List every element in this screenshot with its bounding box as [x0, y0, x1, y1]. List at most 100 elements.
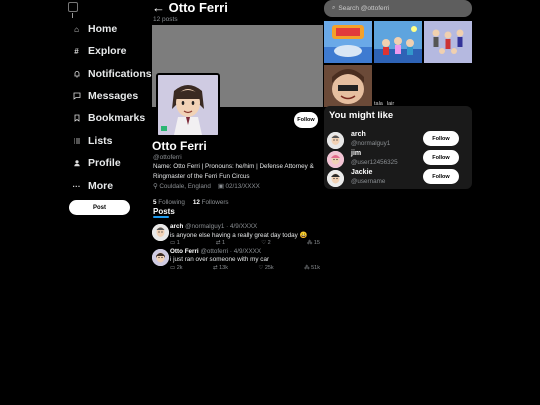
post-text: is anyone else having a really great day…: [170, 232, 308, 239]
sidebar-item-explore[interactable]: # Explore: [72, 45, 126, 57]
heart-icon: ♡: [261, 240, 267, 246]
post-meta: @normalguy1 · 4/9/XXXX: [185, 223, 258, 230]
like-count: 2: [267, 240, 271, 246]
sidebar-item-more[interactable]: ··· More: [72, 180, 114, 192]
post-header: Otto Ferri @ottoferri · 4/9/XXXX: [170, 248, 261, 255]
search-placeholder: Search @ottoferri: [338, 5, 390, 12]
followers-link[interactable]: 12 Followers: [193, 199, 229, 206]
sidebar-item-messages[interactable]: Messages: [72, 90, 138, 102]
like-button[interactable]: ♡ 2: [261, 240, 271, 246]
post-actions: ▭ 2k ⇄ 13k ♡ 25k ⁂ 51k: [170, 265, 320, 271]
profile-avatar[interactable]: [156, 73, 220, 137]
media-image: [374, 21, 422, 63]
repost-button[interactable]: ⇄ 13k: [213, 265, 228, 271]
suggestion-handle: @user12456325: [351, 159, 398, 166]
followers-label: Followers: [201, 199, 229, 206]
sidebar-item-notifications[interactable]: Notifications: [72, 68, 152, 80]
logo-image-icon: [68, 2, 78, 12]
like-button[interactable]: ♡ 25k: [258, 265, 273, 271]
post-author[interactable]: arch: [170, 223, 183, 230]
person-icon: [72, 159, 81, 168]
sidebar-item-label: Messages: [88, 90, 139, 102]
tab-posts[interactable]: Posts: [153, 207, 175, 216]
follow-stats: 5 Following 12 Followers: [153, 199, 229, 206]
search-icon: ⌕: [332, 5, 336, 11]
post-author[interactable]: Otto Ferri: [170, 248, 199, 255]
views-button[interactable]: ⁂ 15: [307, 240, 320, 246]
follow-button[interactable]: Follow: [294, 112, 318, 128]
tab-indicator: [153, 216, 169, 218]
sidebar-item-label: Bookmarks: [88, 112, 146, 124]
suggestion-avatar[interactable]: [327, 170, 344, 187]
media-image: [324, 65, 372, 107]
back-arrow-icon[interactable]: ←: [152, 0, 165, 15]
post-avatar[interactable]: [152, 224, 169, 241]
suggestion-item[interactable]: arch @normalguy1 Follow: [327, 131, 470, 149]
post-actions: ▭ 1 ⇄ 1 ♡ 2 ⁂ 15: [170, 240, 320, 246]
repost-icon: ⇄: [215, 240, 221, 246]
reply-count: 1: [176, 240, 180, 246]
reply-button[interactable]: ▭ 2k: [170, 265, 183, 271]
followers-count: 12: [192, 199, 200, 206]
profile-handle: @ottoferri: [153, 154, 182, 161]
media-thumbnail[interactable]: [324, 65, 372, 107]
suggestion-item[interactable]: jim @user12456325 Follow: [327, 150, 470, 168]
reply-icon: ▭: [170, 240, 176, 246]
sidebar-item-label: Lists: [88, 135, 113, 147]
suggestion-name: Jackie: [351, 169, 373, 176]
header-name: Otto Ferri: [168, 0, 228, 15]
search-input[interactable]: ⌕ Search @ottoferri: [324, 0, 472, 17]
location: ⚲ Couldale, England: [153, 183, 211, 190]
bookmark-icon: [72, 114, 81, 123]
sidebar-item-label: Profile: [88, 157, 121, 169]
media-image: [424, 21, 472, 63]
profile-bio: Name: Otto Ferri | Pronouns: he/him | De…: [153, 163, 314, 180]
view-count: 15: [313, 240, 320, 246]
post-button[interactable]: Post: [69, 200, 130, 215]
post-avatar[interactable]: [152, 249, 169, 266]
following-label: Following: [158, 199, 185, 206]
suggestion-avatar[interactable]: [327, 151, 344, 168]
views-button[interactable]: ⁂ 51k: [304, 265, 320, 271]
views-icon: ⁂: [304, 265, 310, 271]
sidebar-item-profile[interactable]: Profile: [72, 157, 121, 169]
joined-date: ▣ 02/13/XXXX: [218, 183, 260, 190]
location-text: Couldale, England: [159, 183, 211, 190]
more-icon: ···: [72, 181, 81, 191]
suggestion-handle: @normalguy1: [351, 140, 391, 147]
home-icon: ⌂: [74, 24, 79, 34]
view-count: 51k: [311, 265, 320, 271]
sidebar-item-home[interactable]: ⌂ Home: [72, 23, 117, 35]
suggestion-follow-button[interactable]: Follow: [423, 169, 459, 184]
profile-meta: ⚲ Couldale, England ▣ 02/13/XXXX: [153, 183, 260, 190]
media-thumbnail[interactable]: [374, 21, 422, 63]
suggestion-item[interactable]: Jackie @username Follow: [327, 169, 470, 187]
repost-button[interactable]: ⇄ 1: [216, 240, 225, 246]
suggestion-follow-button[interactable]: Follow: [423, 131, 459, 146]
sidebar-item-lists[interactable]: Lists: [72, 135, 113, 147]
suggestion-follow-button[interactable]: Follow: [423, 150, 459, 165]
joined-text: 02/13/XXXX: [225, 183, 260, 190]
app-logo[interactable]: [68, 2, 86, 18]
repost-count: 1: [222, 240, 226, 246]
location-pin-icon: ⚲: [153, 183, 158, 190]
reply-count: 2k: [176, 265, 183, 271]
media-thumbnail[interactable]: [324, 21, 372, 63]
post-header: arch @normalguy1 · 4/9/XXXX: [170, 223, 257, 230]
suggestion-avatar[interactable]: [327, 132, 344, 149]
following-link[interactable]: 5 Following: [153, 199, 185, 206]
sidebar-item-label: More: [88, 180, 114, 192]
calendar-icon: ▣: [217, 183, 224, 190]
reply-button[interactable]: ▭ 1: [170, 240, 180, 246]
suggestion-handle: @username: [351, 178, 386, 185]
suggestions-title: You might like: [329, 110, 394, 121]
like-count: 25k: [264, 265, 274, 271]
suggestion-name: arch: [351, 131, 366, 138]
sidebar-item-bookmarks[interactable]: Bookmarks: [72, 112, 145, 124]
post-meta: @ottoferri · 4/9/XXXX: [200, 248, 262, 255]
hashtag-icon: #: [74, 46, 79, 56]
bell-icon: [72, 70, 81, 79]
page-title: ← Otto Ferri: [152, 0, 228, 15]
media-thumbnail[interactable]: [424, 21, 472, 63]
sidebar-item-label: Home: [88, 23, 118, 35]
